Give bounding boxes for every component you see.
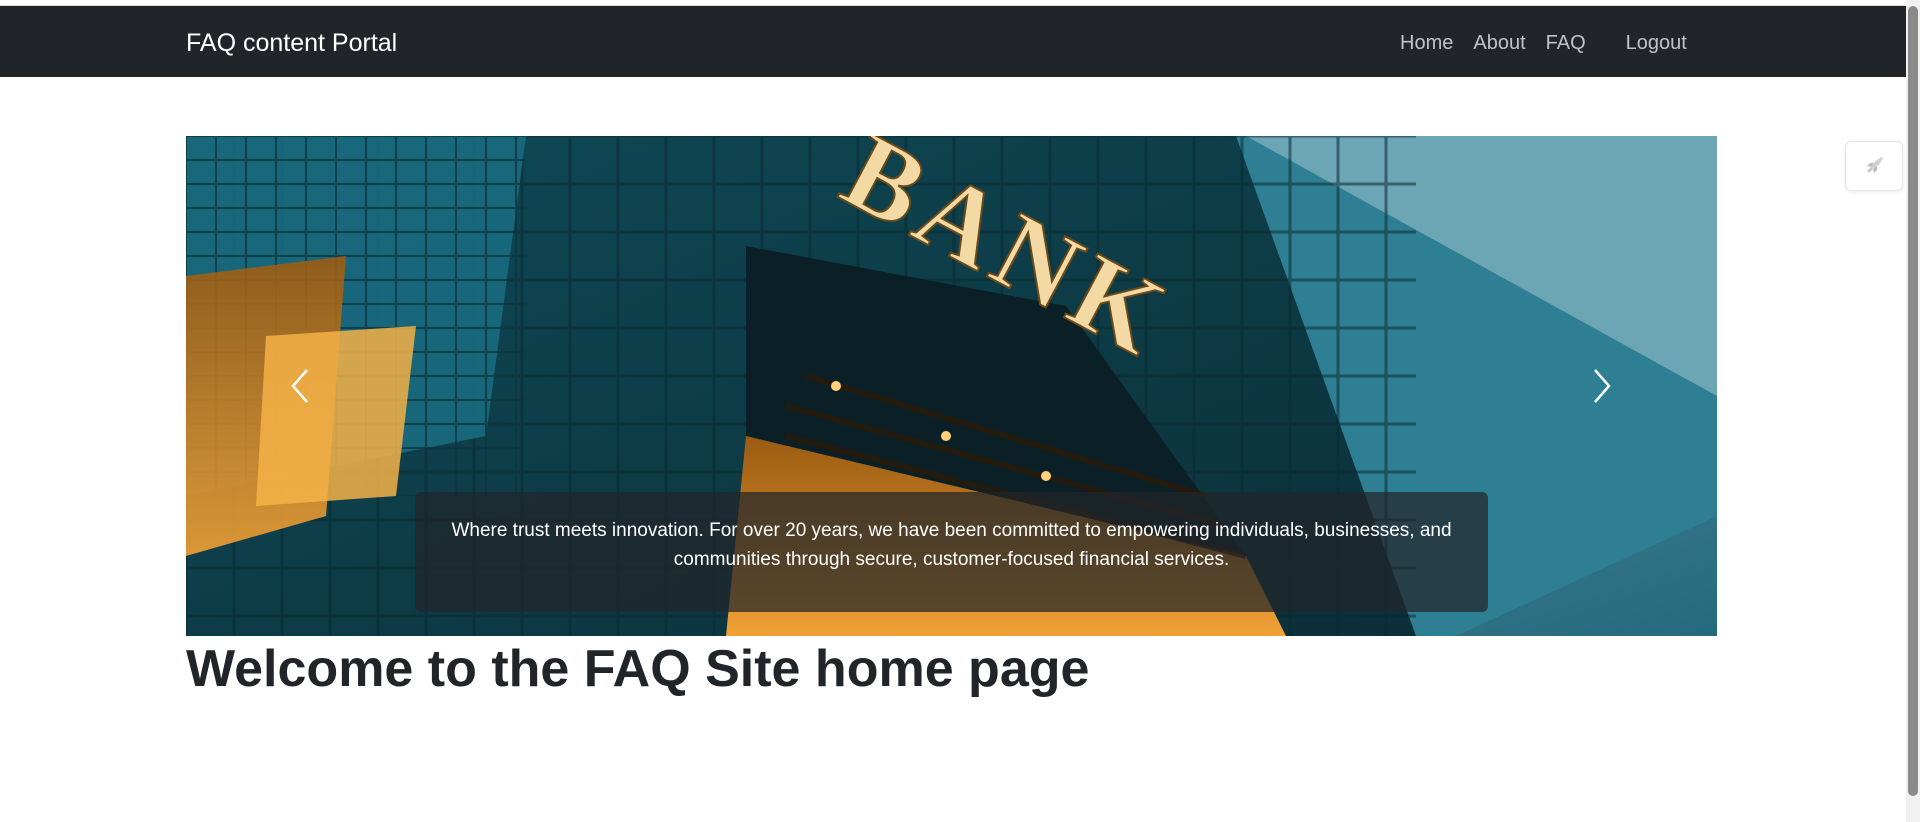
page: FAQ content Portal Home About FAQ Logout: [0, 0, 1920, 822]
nav-about-link[interactable]: About: [1473, 28, 1525, 58]
hero-carousel: BANK Where trust meets innovation. For o…: [186, 136, 1717, 636]
chevron-right-icon: [1594, 369, 1611, 403]
chevron-left-icon: [291, 369, 308, 403]
carousel-caption-text: Where trust meets innovation. For over 2…: [451, 520, 1452, 570]
rocket-icon: [1867, 157, 1883, 173]
navbar: FAQ content Portal Home About FAQ Logout: [0, 6, 1906, 77]
carousel-prev-button[interactable]: [270, 356, 330, 416]
brand-link[interactable]: FAQ content Portal: [186, 28, 397, 58]
nav-home-link[interactable]: Home: [1400, 28, 1453, 58]
carousel-caption: Where trust meets innovation. For over 2…: [415, 492, 1488, 612]
scrollbar[interactable]: [1906, 0, 1920, 822]
carousel-next-button[interactable]: [1572, 356, 1632, 416]
nav-links: Home About FAQ Logout: [1400, 28, 1687, 58]
nav-faq-link[interactable]: FAQ: [1546, 28, 1586, 58]
page-title: Welcome to the FAQ Site home page: [186, 640, 1090, 698]
floating-rocket-button[interactable]: [1845, 141, 1903, 191]
scrollbar-thumb[interactable]: [1908, 6, 1918, 796]
nav-logout-link[interactable]: Logout: [1626, 28, 1687, 58]
